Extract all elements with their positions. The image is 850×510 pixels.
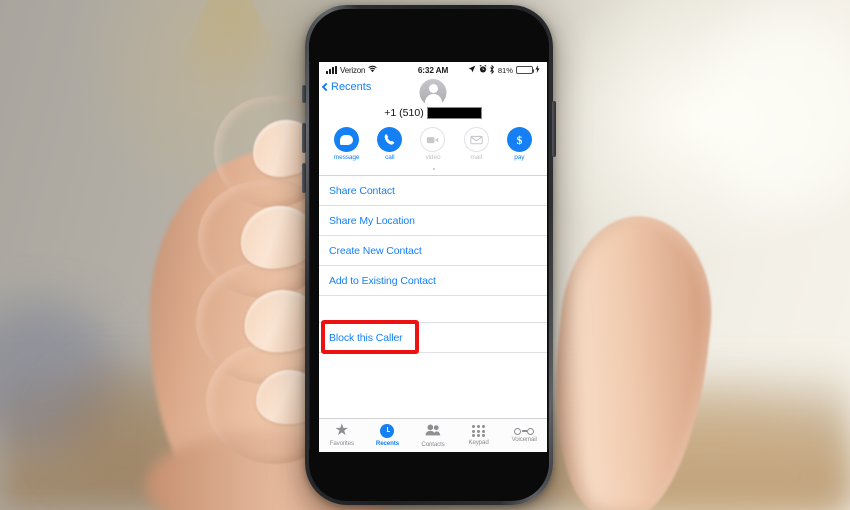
volume-up-button[interactable] (302, 123, 306, 153)
phone-screen: Verizon 6:32 AM 81% Recents +1 (510) mes… (319, 62, 547, 452)
tab-contacts-label: Contacts (421, 440, 445, 448)
lightning-bolt-icon (535, 65, 540, 75)
location-arrow-icon (468, 65, 476, 75)
tab-favorites-label: Favorites (329, 439, 354, 447)
number-prefix: +1 (510) (384, 106, 424, 119)
list-item-share-my-location[interactable]: Share My Location (319, 206, 547, 236)
section-divider (319, 165, 547, 176)
phone-bottom-bezel (309, 449, 549, 501)
tab-recents[interactable]: Recents (365, 419, 411, 452)
wifi-icon (368, 65, 378, 75)
carrier-label: Verizon (340, 65, 366, 75)
tab-contacts[interactable]: Contacts (410, 419, 456, 452)
list-section-gap (319, 296, 547, 323)
keypad-icon (472, 425, 485, 438)
contact-number: +1 (510) (319, 104, 547, 121)
action-call[interactable]: call (371, 127, 409, 161)
phone-device: Verizon 6:32 AM 81% Recents +1 (510) mes… (302, 5, 556, 505)
action-video-label: video (425, 154, 441, 161)
clock-icon (380, 424, 395, 439)
list-item-share-contact[interactable]: Share Contact (319, 176, 547, 206)
action-call-label: call (385, 154, 395, 161)
tab-favorites[interactable]: ★ Favorites (319, 419, 365, 452)
action-mail: mail (457, 127, 495, 161)
power-button[interactable] (552, 101, 556, 157)
list-item-block-this-caller[interactable]: Block this Caller (319, 323, 547, 353)
options-list: Share Contact Share My Location Create N… (319, 176, 547, 380)
action-mail-label: mail (470, 154, 482, 161)
volume-down-button[interactable] (302, 163, 306, 193)
action-button-row: message call video mail $ pay (319, 121, 547, 165)
battery-icon (515, 65, 535, 75)
status-bar-time: 6:32 AM (417, 65, 449, 75)
dollar-sign-icon: $ (506, 127, 532, 152)
redaction-bar (426, 106, 482, 119)
envelope-icon (463, 127, 489, 152)
action-pay-label: pay (514, 154, 525, 161)
action-video: video (414, 127, 452, 161)
list-bottom-gap (319, 353, 547, 380)
list-item-add-to-existing-contact[interactable]: Add to Existing Contact (319, 266, 547, 296)
action-message-label: message (333, 154, 360, 161)
voicemail-icon (514, 427, 535, 435)
list-item-create-new-contact[interactable]: Create New Contact (319, 236, 547, 266)
alarm-clock-icon (479, 64, 487, 75)
block-caller-wrapper: Block this Caller (319, 320, 547, 354)
person-avatar-icon (428, 83, 438, 93)
tab-keypad[interactable]: Keypad (456, 419, 502, 452)
tab-voicemail[interactable]: Voicemail (501, 419, 547, 452)
tab-keypad-label: Keypad (468, 438, 489, 446)
people-icon (425, 423, 441, 439)
silent-switch[interactable] (302, 85, 306, 103)
tab-voicemail-label: Voicemail (511, 436, 537, 444)
screen-spacer (319, 380, 547, 418)
tab-recents-label: Recents (375, 439, 399, 447)
star-icon: ★ (334, 422, 349, 440)
tab-bar: ★ Favorites Recents Contacts Keypad Voic… (319, 418, 547, 452)
back-button-label: Recents (331, 81, 372, 93)
phone-handset-icon (377, 127, 403, 152)
phone-bezel: Verizon 6:32 AM 81% Recents +1 (510) mes… (309, 9, 549, 501)
action-message[interactable]: message (328, 127, 366, 161)
chevron-left-icon (321, 82, 331, 92)
phone-top-bezel (309, 9, 549, 62)
screenshot-scene: Verizon 6:32 AM 81% Recents +1 (510) mes… (0, 0, 850, 510)
back-to-recents-button[interactable]: Recents (321, 81, 372, 93)
signal-bars-icon (326, 66, 337, 74)
status-bar: Verizon 6:32 AM 81% (319, 62, 547, 78)
svg-text:$: $ (517, 135, 523, 147)
video-camera-icon (420, 127, 446, 152)
bluetooth-icon (489, 64, 495, 76)
message-bubble-icon (334, 127, 360, 152)
battery-percent-label: 81% (497, 65, 514, 75)
contact-avatar (419, 79, 447, 106)
action-pay[interactable]: $ pay (500, 127, 538, 161)
nav-bar: Recents (319, 78, 547, 106)
